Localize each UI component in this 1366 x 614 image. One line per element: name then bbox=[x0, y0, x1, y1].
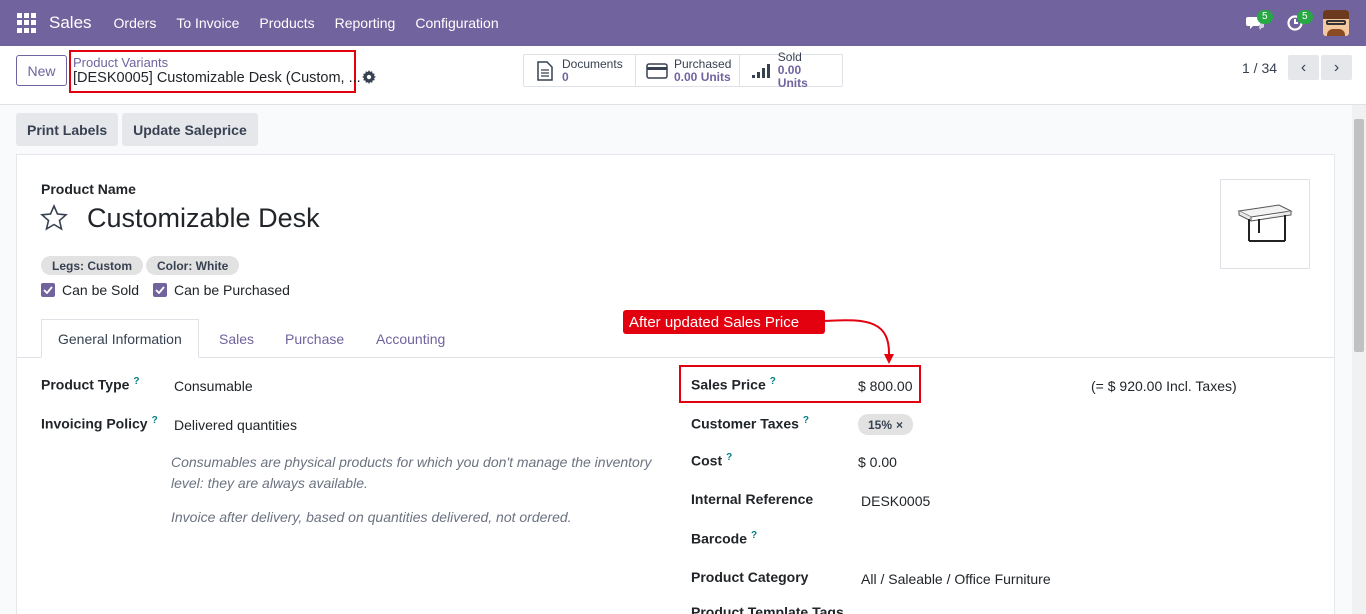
pager-previous-button[interactable]: ‹ bbox=[1288, 55, 1319, 80]
can-be-sold-label: Can be Sold bbox=[62, 282, 140, 298]
cost-input[interactable]: $ 0.00 bbox=[858, 454, 897, 470]
top-navbar: Sales Orders To Invoice Products Reporti… bbox=[0, 0, 1366, 46]
sales-price-label: Sales Price? bbox=[691, 376, 776, 393]
invoicing-policy-help-text: Invoice after delivery, based on quantit… bbox=[171, 509, 572, 525]
gear-icon[interactable] bbox=[362, 70, 376, 84]
tab-accounting[interactable]: Accounting bbox=[360, 319, 461, 358]
attribute-tag-color: Color: White bbox=[146, 256, 240, 275]
tab-purchase[interactable]: Purchase bbox=[269, 319, 360, 358]
credit-card-icon bbox=[646, 60, 668, 82]
control-panel: New Product Variants [DESK0005] Customiz… bbox=[0, 46, 1366, 105]
pager-value[interactable]: 1 / 34 bbox=[1242, 60, 1277, 76]
checkbox-checked-icon bbox=[41, 283, 55, 297]
sold-value: 0.00 Units bbox=[777, 63, 808, 90]
menu-reporting[interactable]: Reporting bbox=[325, 15, 406, 31]
signal-bars-icon bbox=[750, 60, 772, 82]
can-be-sold-checkbox[interactable]: Can be Sold bbox=[41, 282, 139, 298]
can-be-purchased-label: Can be Purchased bbox=[174, 282, 290, 298]
cost-label: Cost? bbox=[691, 452, 733, 469]
sales-price-input[interactable]: $ 800.00 bbox=[858, 378, 913, 394]
product-type-help-text: Consumables are physical products for wh… bbox=[171, 454, 652, 491]
product-image[interactable] bbox=[1220, 179, 1310, 269]
internal-reference-input[interactable]: DESK0005 bbox=[861, 493, 930, 509]
print-labels-button[interactable]: Print Labels bbox=[16, 113, 119, 146]
documents-button[interactable]: Documents 0 bbox=[524, 55, 636, 86]
favorite-star-icon[interactable] bbox=[40, 204, 68, 232]
remove-tag-icon[interactable]: × bbox=[896, 418, 903, 432]
app-brand[interactable]: Sales bbox=[49, 13, 92, 33]
invoicing-policy-label: Invoicing Policy? bbox=[41, 415, 158, 432]
breadcrumb-current: [DESK0005] Customizable Desk (Custom, ..… bbox=[73, 70, 361, 86]
purchased-label: Purchased bbox=[674, 56, 732, 71]
product-name-value[interactable]: Customizable Desk bbox=[87, 203, 320, 234]
menu-to-invoice[interactable]: To Invoice bbox=[166, 15, 249, 31]
product-type-label: Product Type? bbox=[41, 376, 140, 393]
scrollbar[interactable] bbox=[1352, 105, 1366, 614]
pager-next-button[interactable]: › bbox=[1321, 55, 1352, 80]
customer-tax-tag[interactable]: 15% × bbox=[858, 414, 914, 435]
tab-sales[interactable]: Sales bbox=[203, 319, 270, 358]
internal-reference-label: Internal Reference bbox=[691, 491, 814, 507]
activity-badge: 5 bbox=[1297, 10, 1313, 24]
documents-value: 0 bbox=[562, 69, 569, 84]
product-type-value[interactable]: Consumable bbox=[174, 378, 253, 394]
help-tooltip-icon: ? bbox=[802, 415, 810, 426]
sales-price-incl-taxes: (= $ 920.00 Incl. Taxes) bbox=[1091, 378, 1237, 394]
product-template-tags-label: Product Template Tags bbox=[691, 604, 844, 614]
activity-button[interactable]: 5 bbox=[1275, 0, 1315, 46]
barcode-input[interactable] bbox=[861, 532, 1061, 550]
annotation-arrow-icon bbox=[823, 319, 894, 364]
help-tooltip-icon: ? bbox=[726, 452, 733, 463]
user-avatar[interactable] bbox=[1323, 10, 1349, 36]
chevron-left-icon: ‹ bbox=[1300, 58, 1307, 76]
new-button[interactable]: New bbox=[16, 55, 67, 86]
product-name-label: Product Name bbox=[41, 181, 136, 197]
tab-general-information[interactable]: General Information bbox=[41, 319, 199, 358]
update-saleprice-button[interactable]: Update Saleprice bbox=[122, 113, 258, 146]
breadcrumb: Product Variants [DESK0005] Customizable… bbox=[69, 50, 361, 93]
help-tooltip-icon: ? bbox=[151, 415, 158, 426]
purchased-value: 0.00 Units bbox=[674, 69, 731, 84]
chevron-right-icon: › bbox=[1333, 58, 1340, 76]
help-tooltip-icon: ? bbox=[133, 376, 140, 387]
help-tooltip-icon: ? bbox=[751, 530, 758, 541]
attribute-tag-legs: Legs: Custom bbox=[41, 256, 144, 275]
help-tooltip-icon: ? bbox=[769, 376, 776, 387]
customer-taxes-label: Customer Taxes? bbox=[691, 415, 810, 432]
purchased-button[interactable]: Purchased 0.00 Units bbox=[636, 55, 740, 86]
documents-label: Documents bbox=[562, 56, 623, 71]
breadcrumb-parent[interactable]: Product Variants bbox=[73, 55, 168, 70]
apps-menu-icon[interactable] bbox=[17, 13, 37, 33]
product-category-label: Product Category bbox=[691, 569, 809, 585]
smart-buttons: Documents 0 Purchased 0.00 Units Sold 0.00 … bbox=[523, 51, 843, 90]
document-icon bbox=[534, 60, 556, 82]
messaging-button[interactable]: 5 bbox=[1235, 0, 1275, 46]
menu-products[interactable]: Products bbox=[249, 15, 324, 31]
checkbox-checked-icon bbox=[153, 283, 167, 297]
product-category-input[interactable]: All / Saleable / Office Furniture bbox=[861, 571, 1051, 587]
invoicing-policy-value[interactable]: Delivered quantities bbox=[174, 417, 297, 433]
chat-badge: 5 bbox=[1257, 10, 1273, 24]
menu-orders[interactable]: Orders bbox=[104, 15, 167, 31]
can-be-purchased-checkbox[interactable]: Can be Purchased bbox=[153, 282, 290, 298]
sold-button[interactable]: Sold 0.00 Units bbox=[740, 51, 842, 90]
barcode-label: Barcode? bbox=[691, 530, 758, 547]
desk-image-icon bbox=[1237, 204, 1293, 242]
annotation-callout: After updated Sales Price bbox=[623, 310, 825, 334]
menu-configuration[interactable]: Configuration bbox=[405, 15, 508, 31]
